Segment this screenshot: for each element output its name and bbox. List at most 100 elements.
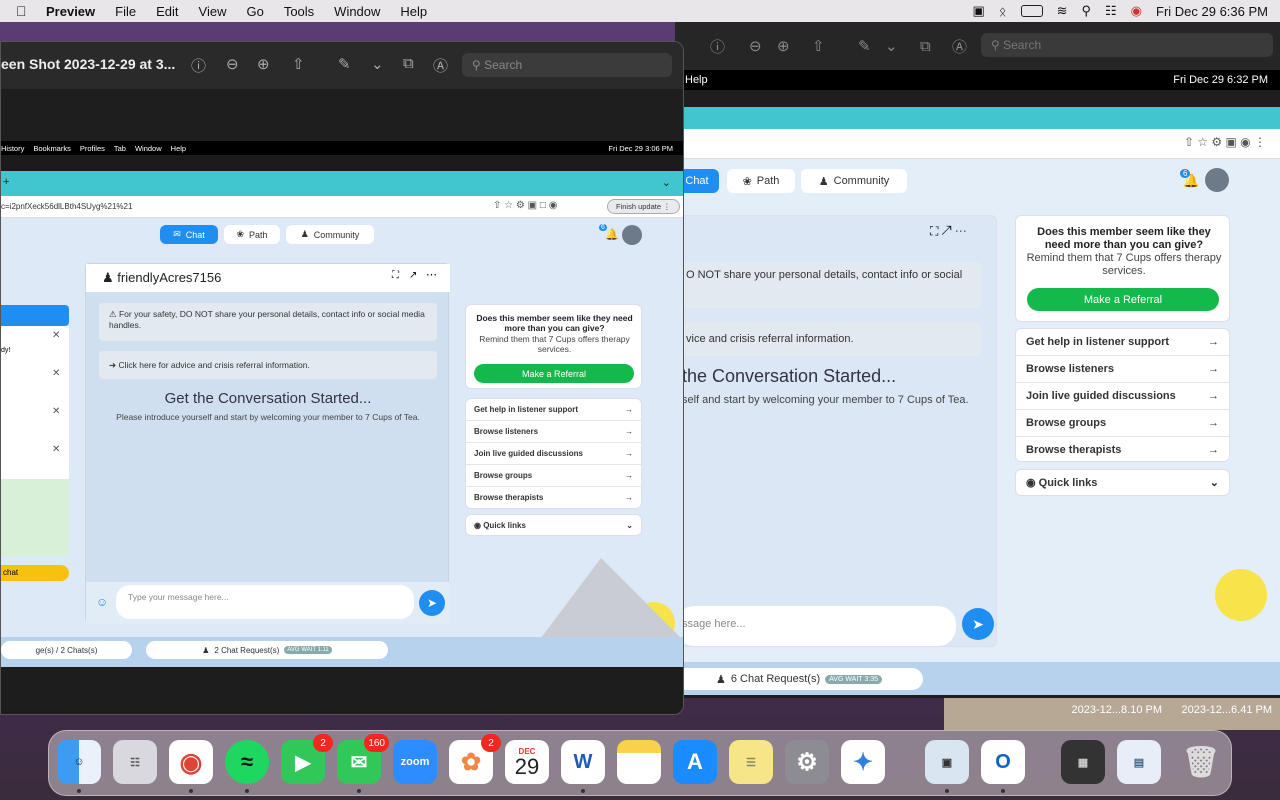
- zoom-in-icon[interactable]: ⊕: [257, 55, 270, 73]
- emoji-icon[interactable]: ☺: [96, 595, 108, 609]
- back-quick-links[interactable]: ◉ Quick links ⌄: [1015, 469, 1230, 496]
- front-link-browse-listeners[interactable]: Browse listeners →: [466, 421, 641, 443]
- menu-window[interactable]: Window: [334, 4, 380, 19]
- markup-dropdown-icon[interactable]: ⌄: [371, 55, 384, 73]
- system-settings-icon[interactable]: ⚙: [785, 740, 829, 784]
- app-store-icon[interactable]: A: [673, 740, 717, 784]
- zoom-out-icon[interactable]: ⊖: [749, 37, 762, 55]
- more-options-icon[interactable]: ⋯: [426, 268, 437, 281]
- back-link-guided-discussions[interactable]: Join live guided discussions →: [1016, 383, 1229, 410]
- menubar-clock[interactable]: Fri Dec 29 6:36 PM: [1156, 4, 1268, 19]
- facetime-icon[interactable]: ▶ 2: [281, 734, 333, 784]
- messages-icon[interactable]: ✉ 160: [337, 734, 389, 784]
- menu-tools[interactable]: Tools: [284, 4, 314, 19]
- back-tab-path[interactable]: ❀ Path: [727, 169, 795, 193]
- front-search-field[interactable]: ⚲ Search: [462, 53, 672, 77]
- wifi-icon[interactable]: ≋: [1057, 3, 1068, 19]
- front-advice-notice[interactable]: ➜ Click here for advice and crisis refer…: [99, 351, 437, 379]
- rotate-icon[interactable]: ⧉: [403, 55, 414, 72]
- back-link-browse-groups[interactable]: Browse groups →: [1016, 410, 1229, 437]
- new-tab-icon[interactable]: +: [3, 176, 9, 188]
- annotate-icon[interactable]: Ⓐ: [433, 55, 448, 76]
- preview-icon[interactable]: ▣: [925, 740, 969, 784]
- front-bell-icon[interactable]: 🔔: [605, 228, 619, 241]
- front-make-referral-button[interactable]: Make a Referral: [474, 364, 634, 383]
- zoom-out-icon[interactable]: ⊖: [226, 55, 239, 73]
- downloads-stack-icon[interactable]: ▦: [1061, 740, 1105, 784]
- front-link-listener-support[interactable]: Get help in listener support →: [466, 399, 641, 421]
- spark-icon[interactable]: ✦: [841, 740, 885, 784]
- spotlight-search-icon[interactable]: ⚲: [1081, 3, 1091, 19]
- bluetooth-icon[interactable]: ᛟ: [999, 4, 1007, 19]
- markup-dropdown-icon[interactable]: ⌄: [885, 37, 898, 55]
- share-icon[interactable]: ⇧: [812, 37, 825, 55]
- chrome-icon[interactable]: ◉: [169, 740, 213, 784]
- back-advice-notice[interactable]: vice and crisis referral information.: [676, 322, 981, 356]
- desktop-file-2[interactable]: 2023-12...6.41 PM: [1170, 704, 1272, 716]
- apple-menu-icon[interactable]: : [16, 3, 32, 19]
- desktop-file-1[interactable]: 2023-12...8.10 PM: [1040, 704, 1162, 716]
- share-icon[interactable]: ⇧: [292, 55, 305, 73]
- zoom-in-icon[interactable]: ⊕: [777, 37, 790, 55]
- front-avatar[interactable]: [622, 225, 642, 245]
- menu-view[interactable]: View: [199, 4, 227, 19]
- rotate-icon[interactable]: ⧉: [920, 38, 931, 55]
- front-message-input[interactable]: Type your message here...: [116, 585, 414, 619]
- back-link-listener-support[interactable]: Get help in listener support →: [1016, 329, 1229, 356]
- zoom-icon[interactable]: zoom: [393, 740, 437, 784]
- back-preview-window[interactable]: ⓘ ⊖ ⊕ ⇧ ✎ ⌄ ⧉ Ⓐ ⚲ Search Help Fri Dec 29…: [675, 22, 1280, 698]
- back-link-browse-therapists[interactable]: Browse therapists →: [1016, 437, 1229, 463]
- front-preview-window[interactable]: een Shot 2023-12-29 at 3... ⓘ ⊖ ⊕ ⇧ ✎ ⌄ …: [0, 41, 684, 715]
- info-icon[interactable]: ⓘ: [191, 55, 206, 76]
- close-icon[interactable]: ✕: [52, 444, 60, 455]
- battery-icon[interactable]: [1020, 5, 1043, 17]
- back-search-field[interactable]: ⚲ Search: [981, 33, 1273, 57]
- front-chats-count-pill[interactable]: ge(s) / 2 Chats(s): [1, 641, 132, 659]
- close-icon[interactable]: ✕: [52, 406, 60, 417]
- front-link-browse-therapists[interactable]: Browse therapists →: [466, 487, 641, 508]
- left-start-chat-button[interactable]: chat: [1, 565, 69, 581]
- finder-icon[interactable]: ☺: [57, 740, 101, 784]
- menu-go[interactable]: Go: [246, 4, 263, 19]
- front-link-browse-groups[interactable]: Browse groups →: [466, 465, 641, 487]
- screen-mirror-icon[interactable]: ▣: [972, 3, 984, 19]
- outlook-icon[interactable]: O: [981, 740, 1025, 784]
- front-link-guided-discussions[interactable]: Join live guided discussions →: [466, 443, 641, 465]
- menu-help[interactable]: Help: [400, 4, 427, 19]
- spotify-icon[interactable]: ≈: [225, 740, 269, 784]
- back-link-browse-listeners[interactable]: Browse listeners →: [1016, 356, 1229, 383]
- front-address-bar[interactable]: c=i2pnfXeck56dlLBth4SUyg%21%21 ⇧ ☆ ⚙ ▣ □…: [1, 196, 683, 218]
- screenshot-stack-icon[interactable]: ▤: [1117, 740, 1161, 784]
- calendar-icon[interactable]: DEC 29: [505, 740, 549, 784]
- notes-icon[interactable]: [617, 740, 661, 784]
- back-tab-community[interactable]: ♟ Community: [801, 169, 907, 193]
- menu-file[interactable]: File: [115, 4, 136, 19]
- front-tab-path[interactable]: ❀ Path: [224, 225, 280, 244]
- menu-edit[interactable]: Edit: [156, 4, 178, 19]
- annotate-icon[interactable]: Ⓐ: [952, 36, 967, 57]
- front-tab-chat[interactable]: ✉ Chat: [160, 225, 218, 244]
- close-icon[interactable]: ✕: [52, 330, 60, 341]
- control-center-icon[interactable]: ☷: [1105, 3, 1117, 19]
- markup-icon[interactable]: ✎: [338, 55, 351, 73]
- back-message-input[interactable]: ssage here...: [676, 606, 956, 646]
- markup-icon[interactable]: ✎: [858, 37, 871, 55]
- word-icon[interactable]: W: [561, 740, 605, 784]
- external-link-icon[interactable]: ↗: [409, 270, 417, 281]
- close-icon[interactable]: ✕: [52, 368, 60, 379]
- back-chat-requests-pill[interactable]: ♟ 6 Chat Request(s) AVG WAIT 3:35: [675, 668, 923, 690]
- tab-overflow-icon[interactable]: ⌄: [662, 176, 671, 189]
- back-send-button[interactable]: ➤: [962, 608, 994, 640]
- expand-icon[interactable]: ⛶: [392, 270, 399, 281]
- back-avatar[interactable]: [1205, 168, 1229, 192]
- trash-icon[interactable]: 🗑: [1179, 740, 1223, 784]
- stickies-icon[interactable]: ☰: [729, 740, 773, 784]
- finish-update-button[interactable]: Finish update ⋮: [607, 199, 680, 214]
- launchpad-icon[interactable]: ☷: [113, 740, 157, 784]
- photos-icon[interactable]: ✿ 2: [449, 734, 501, 784]
- front-quick-links[interactable]: ◉ Quick links ⌄: [465, 514, 642, 536]
- menu-app-name[interactable]: Preview: [46, 4, 95, 19]
- back-make-referral-button[interactable]: Make a Referral: [1027, 288, 1219, 311]
- info-icon[interactable]: ⓘ: [710, 36, 725, 57]
- siri-icon[interactable]: ◉: [1131, 3, 1142, 19]
